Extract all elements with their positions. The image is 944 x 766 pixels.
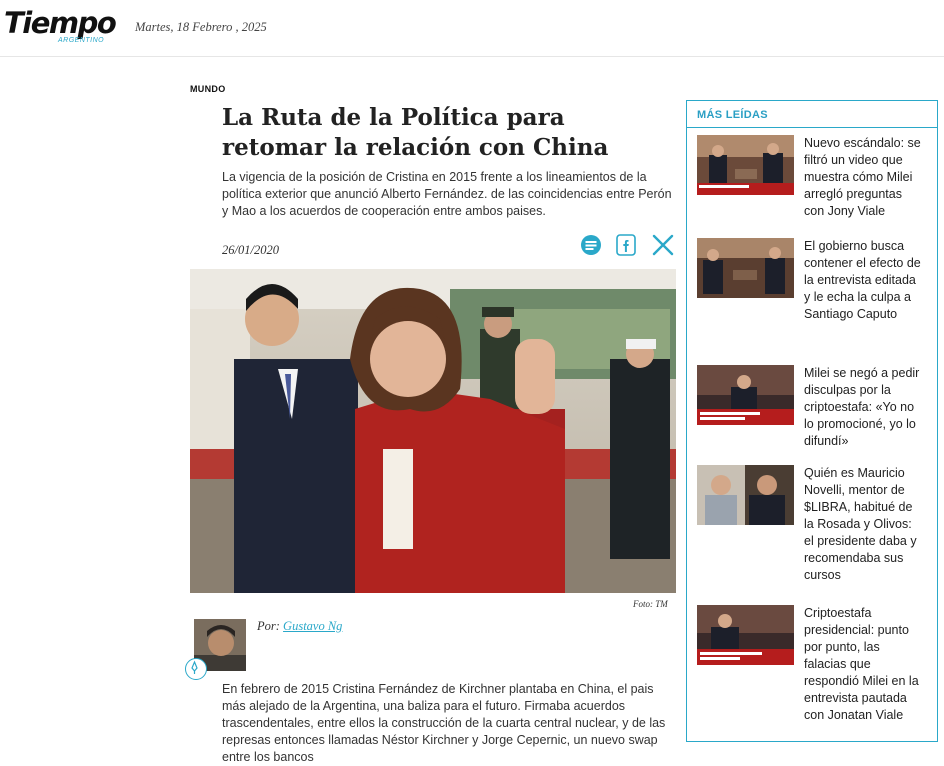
most-read-sidebar: MÁS LEÍDAS Nuevo escándalo: se filtró un… [686, 100, 938, 742]
most-read-thumbnail[interactable] [697, 605, 794, 665]
article-title: La Ruta de la Política para retomar la r… [222, 104, 609, 161]
article-lead: La vigencia de la posición de Cristina e… [222, 170, 672, 218]
byline-prefix: Por: [257, 619, 280, 633]
most-read-headline[interactable]: El gobierno busca contener el efecto de … [804, 238, 922, 323]
most-read-title: MÁS LEÍDAS [697, 109, 768, 121]
facebook-icon[interactable] [614, 233, 638, 257]
article-photo [190, 269, 676, 593]
site-logo[interactable]: Tiempo ARGENTINO [4, 6, 117, 44]
author-pen-icon [185, 658, 207, 680]
most-read-thumbnail[interactable] [697, 238, 794, 298]
most-read-headline[interactable]: Milei se negó a pedir disculpas por la c… [804, 365, 922, 450]
most-read-thumbnail[interactable] [697, 465, 794, 525]
logo-subtitle: ARGENTINO [58, 37, 105, 44]
logo-wordmark: Tiempo [4, 6, 117, 40]
most-read-headline[interactable]: Quién es Mauricio Novelli, mentor de $LI… [804, 465, 922, 584]
article-body: En febrero de 2015 Cristina Fernández de… [222, 682, 666, 764]
most-read-thumbnail[interactable] [697, 135, 794, 195]
most-read-headline[interactable]: Criptoestafa presidencial: punto por pun… [804, 605, 922, 724]
section-label[interactable]: MUNDO [190, 84, 226, 94]
most-read-headline[interactable]: Nuevo escándalo: se filtró un video que … [804, 135, 922, 220]
site-header: Tiempo ARGENTINO Martes, 18 Febrero , 20… [0, 0, 944, 57]
x-icon[interactable] [651, 233, 675, 257]
photo-credit: Foto: TM [633, 599, 668, 609]
byline: Por: Gustavo Ng [257, 619, 342, 634]
sidebar-divider [687, 127, 937, 128]
article-date: 26/01/2020 [222, 243, 279, 257]
comment-icon[interactable] [579, 233, 603, 257]
header-date: Martes, 18 Febrero , 2025 [135, 20, 267, 34]
most-read-thumbnail[interactable] [697, 365, 794, 425]
author-link[interactable]: Gustavo Ng [283, 619, 342, 633]
